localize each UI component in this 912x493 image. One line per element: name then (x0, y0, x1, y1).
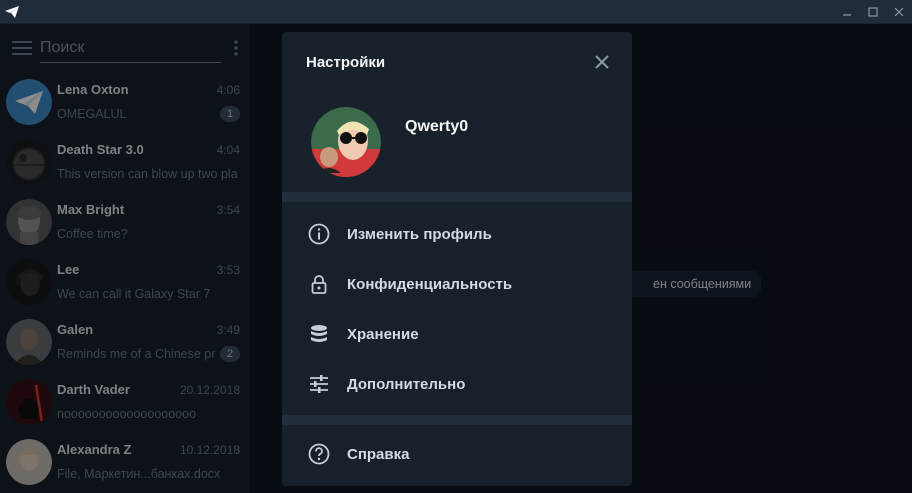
sliders-icon (307, 372, 331, 396)
profile-avatar[interactable] (311, 107, 381, 177)
menu-item-label: Хранение (347, 325, 419, 343)
dialog-title: Настройки (306, 53, 386, 71)
close-icon[interactable] (886, 0, 912, 24)
menu-item-privacy[interactable]: Конфиденциальность (282, 259, 632, 309)
menu-item-advanced[interactable]: Дополнительно (282, 359, 632, 409)
menu-item-help[interactable]: Справка (282, 429, 632, 479)
profile-section: Qwerty0 (282, 92, 632, 192)
paper-plane-icon (0, 0, 24, 24)
title-bar (0, 0, 912, 24)
info-icon (307, 222, 331, 246)
menu-item-storage[interactable]: Хранение (282, 309, 632, 359)
minimize-icon[interactable] (834, 0, 860, 24)
close-icon[interactable] (590, 50, 614, 74)
help-icon (307, 442, 331, 466)
profile-name: Qwerty0 (405, 118, 469, 135)
divider (282, 192, 632, 202)
settings-dialog: Настройки Qwerty0 Изменить профиль Конфи… (282, 32, 632, 486)
menu-item-label: Изменить профиль (347, 225, 492, 243)
divider (282, 415, 632, 425)
menu-item-label: Конфиденциальность (347, 275, 513, 293)
lock-icon (307, 272, 331, 296)
window-controls (834, 0, 912, 24)
database-icon (307, 322, 331, 346)
menu-item-edit-profile[interactable]: Изменить профиль (282, 209, 632, 259)
settings-menu: Изменить профиль Конфиденциальность Хран… (282, 202, 632, 409)
menu-item-label: Справка (347, 445, 410, 463)
menu-item-label: Дополнительно (347, 375, 466, 393)
maximize-icon[interactable] (860, 0, 886, 24)
